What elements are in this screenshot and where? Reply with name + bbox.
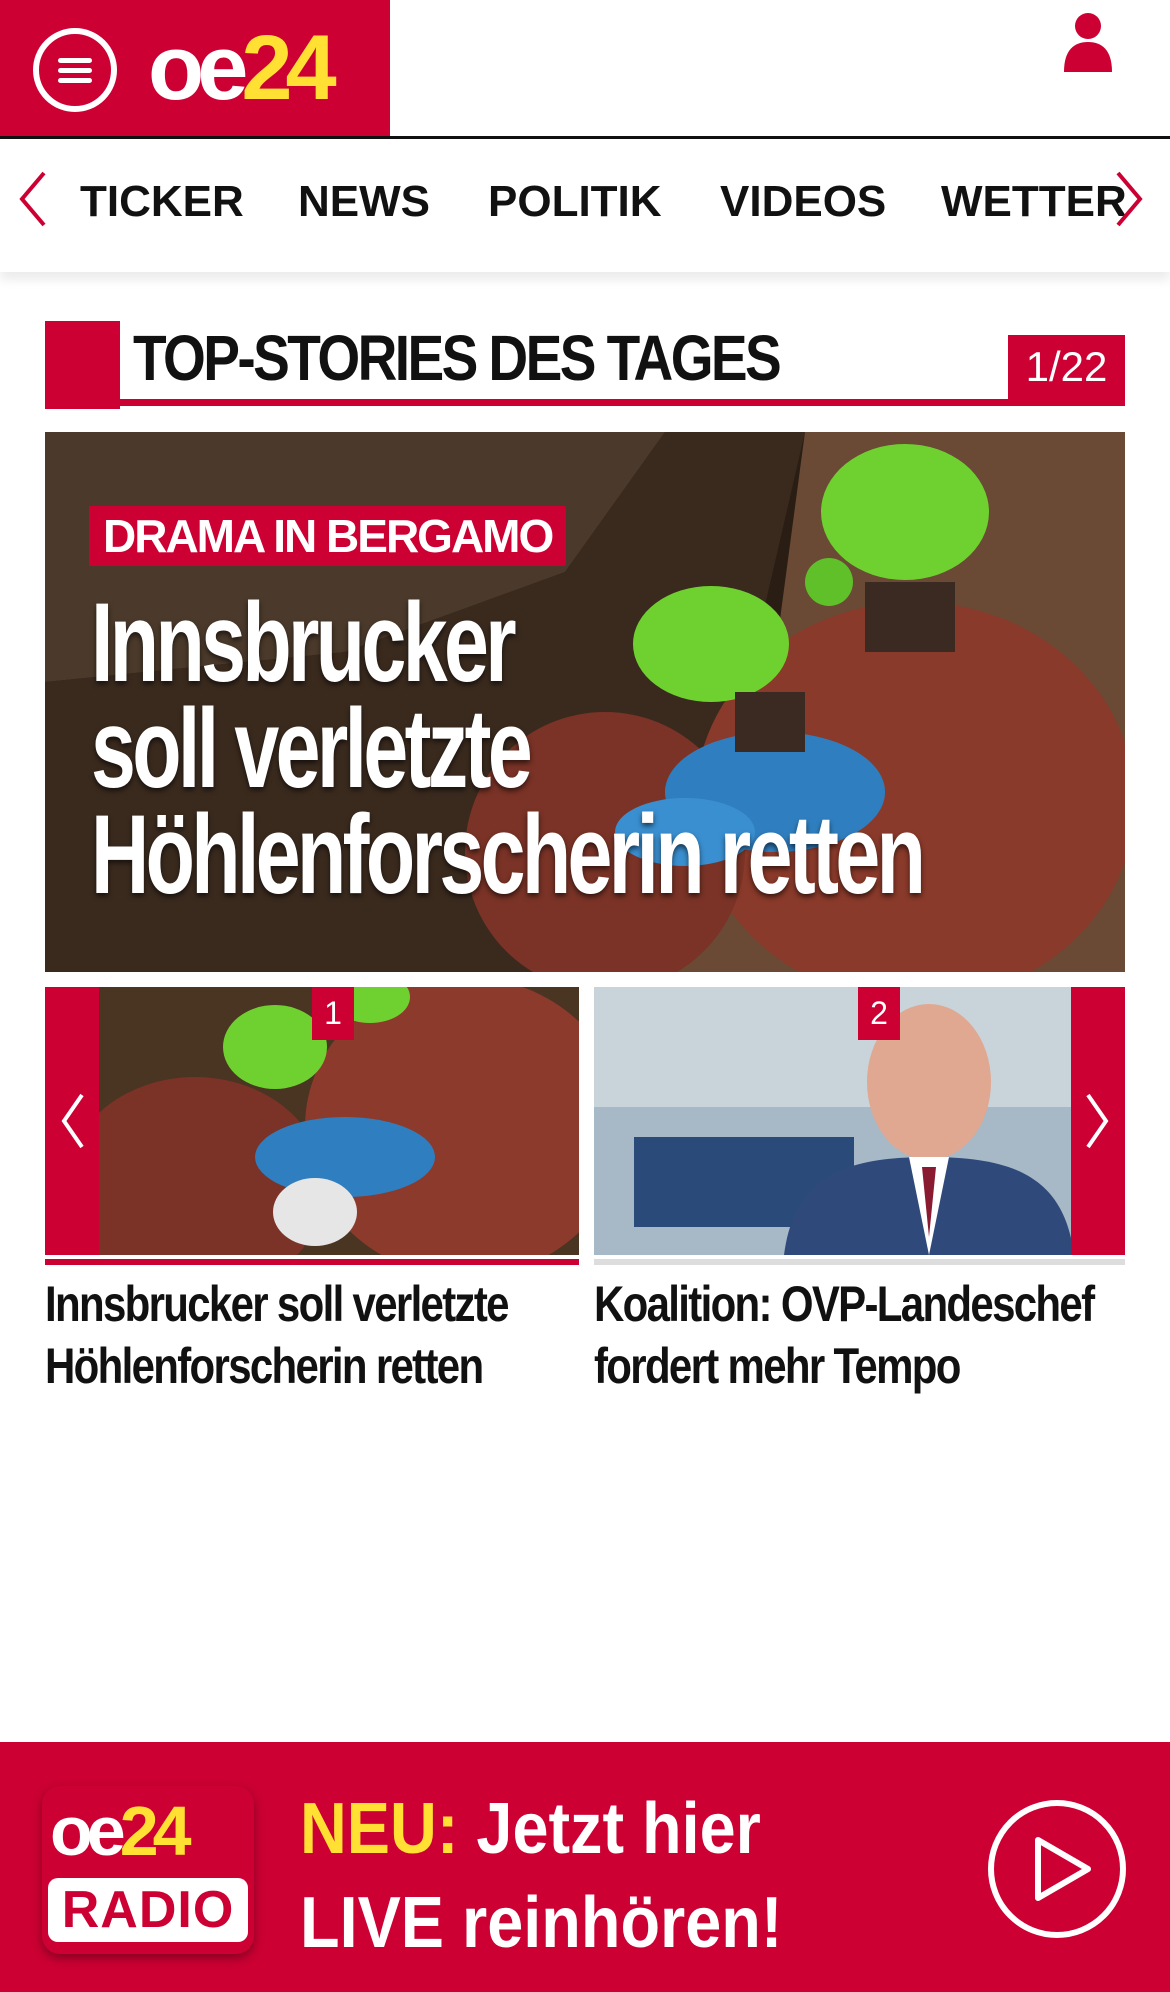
story-carousel: 1 2 <box>45 987 1125 1255</box>
site-header: oe24 <box>0 0 1170 139</box>
carousel-item-2[interactable]: 2 <box>594 987 1125 1255</box>
section-title: TOP-STORIES DES TAGES <box>133 322 782 394</box>
carousel-badge-1: 1 <box>312 987 354 1040</box>
hamburger-menu-icon[interactable] <box>33 28 117 112</box>
hero-headline: Innsbrucker soll verletzte Höhlenforsche… <box>91 580 926 917</box>
heading-underline <box>45 399 1125 406</box>
nav-scroll-left-icon[interactable] <box>14 169 50 229</box>
carousel-item-1[interactable]: 1 <box>45 987 579 1255</box>
play-icon[interactable] <box>988 1800 1126 1938</box>
nav-item-politik[interactable]: POLITIK <box>488 177 662 227</box>
carousel-next-icon[interactable] <box>1071 987 1125 1255</box>
radio-banner[interactable]: oe24 RADIO NEU: Jetzt hier LIVE reinhöre… <box>0 1742 1170 1992</box>
radio-promo-text: NEU: Jetzt hier LIVE reinhören! <box>300 1789 783 1963</box>
main-navigation: TICKER NEWS POLITIK VIDEOS WETTER <box>0 139 1170 272</box>
top-stories-heading: TOP-STORIES DES TAGES 1/22 <box>45 321 1125 409</box>
oe24-radio-logo: oe24 RADIO <box>42 1786 254 1954</box>
hero-story[interactable]: DRAMA IN BERGAMO Innsbrucker soll verlet… <box>45 432 1125 972</box>
story-counter: 1/22 <box>1008 335 1125 399</box>
user-icon[interactable] <box>1062 12 1114 72</box>
nav-item-videos[interactable]: VIDEOS <box>720 177 886 227</box>
carousel-prev-icon[interactable] <box>45 987 99 1255</box>
nav-item-ticker[interactable]: TICKER <box>80 177 244 227</box>
nav-item-wetter[interactable]: WETTER <box>941 177 1127 227</box>
heading-accent <box>45 321 120 409</box>
carousel-inactive-indicator <box>594 1259 1125 1265</box>
oe24-logo[interactable]: oe24 <box>148 18 337 118</box>
brand-block: oe24 <box>0 0 390 136</box>
carousel-active-indicator <box>45 1259 579 1265</box>
carousel-badge-2: 2 <box>858 987 900 1040</box>
nav-item-news[interactable]: NEWS <box>298 177 430 227</box>
carousel-caption-1[interactable]: Innsbrucker soll verletzte Höhlenforsche… <box>45 1273 549 1397</box>
carousel-caption-2[interactable]: Koalition: OVP-Landeschef fordert mehr T… <box>594 1273 1098 1397</box>
hero-kicker: DRAMA IN BERGAMO <box>89 506 567 566</box>
nav-scroll-right-icon[interactable] <box>1112 169 1148 229</box>
